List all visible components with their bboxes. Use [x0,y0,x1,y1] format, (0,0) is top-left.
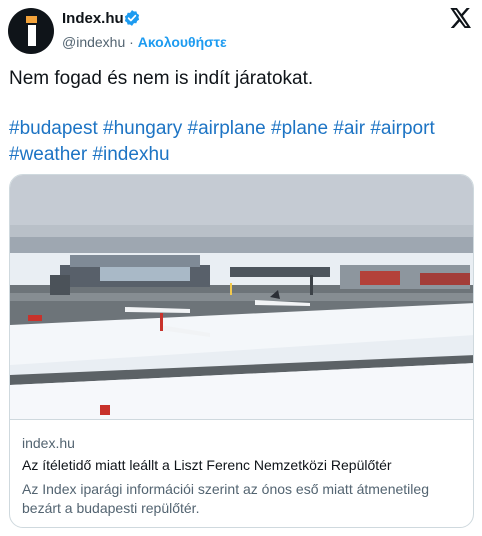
account-name[interactable]: Index.hu [62,10,124,27]
hashtag-airport[interactable]: #airport [370,118,434,139]
handle-line: @indexhu · Ακολουθήστε [62,34,227,50]
card-description: Az Index iparági információi szerint az … [22,481,429,516]
x-logo-icon[interactable] [450,8,472,28]
hashtag-airplane[interactable]: #airplane [188,118,266,139]
avatar[interactable] [8,8,54,54]
verified-badge-icon [124,10,140,26]
hashtag-air[interactable]: #air [333,118,365,139]
hashtag-hungary[interactable]: #hungary [103,118,182,139]
tweet-text: Nem fogad és nem is indít járatokat. [9,68,314,89]
hashtag-indexhu[interactable]: #indexhu [92,144,169,165]
logo-bar [28,25,36,46]
separator: · [129,34,134,50]
hashtag-weather[interactable]: #weather [9,144,87,165]
account-handle[interactable]: @indexhu [62,34,125,50]
airport-photo[interactable] [10,175,474,419]
tweet-header: Index.hu @indexhu · Ακολουθήστε [0,0,482,60]
link-card[interactable]: index.hu Az ítéletidő miatt leállt a Lis… [9,174,474,528]
logo-dot [26,16,37,23]
card-title[interactable]: Az ítéletidő miatt leállt a Liszt Ferenc… [22,457,392,473]
card-meta: index.hu Az ítéletidő miatt leállt a Lis… [10,419,473,527]
hashtag-plane[interactable]: #plane [271,118,328,139]
card-domain: index.hu [22,435,75,451]
hashtag-list: #budapest #hungary #airplane #plane #air… [9,116,475,168]
hashtag-budapest[interactable]: #budapest [9,118,98,139]
follow-button[interactable]: Ακολουθήστε [138,34,227,50]
